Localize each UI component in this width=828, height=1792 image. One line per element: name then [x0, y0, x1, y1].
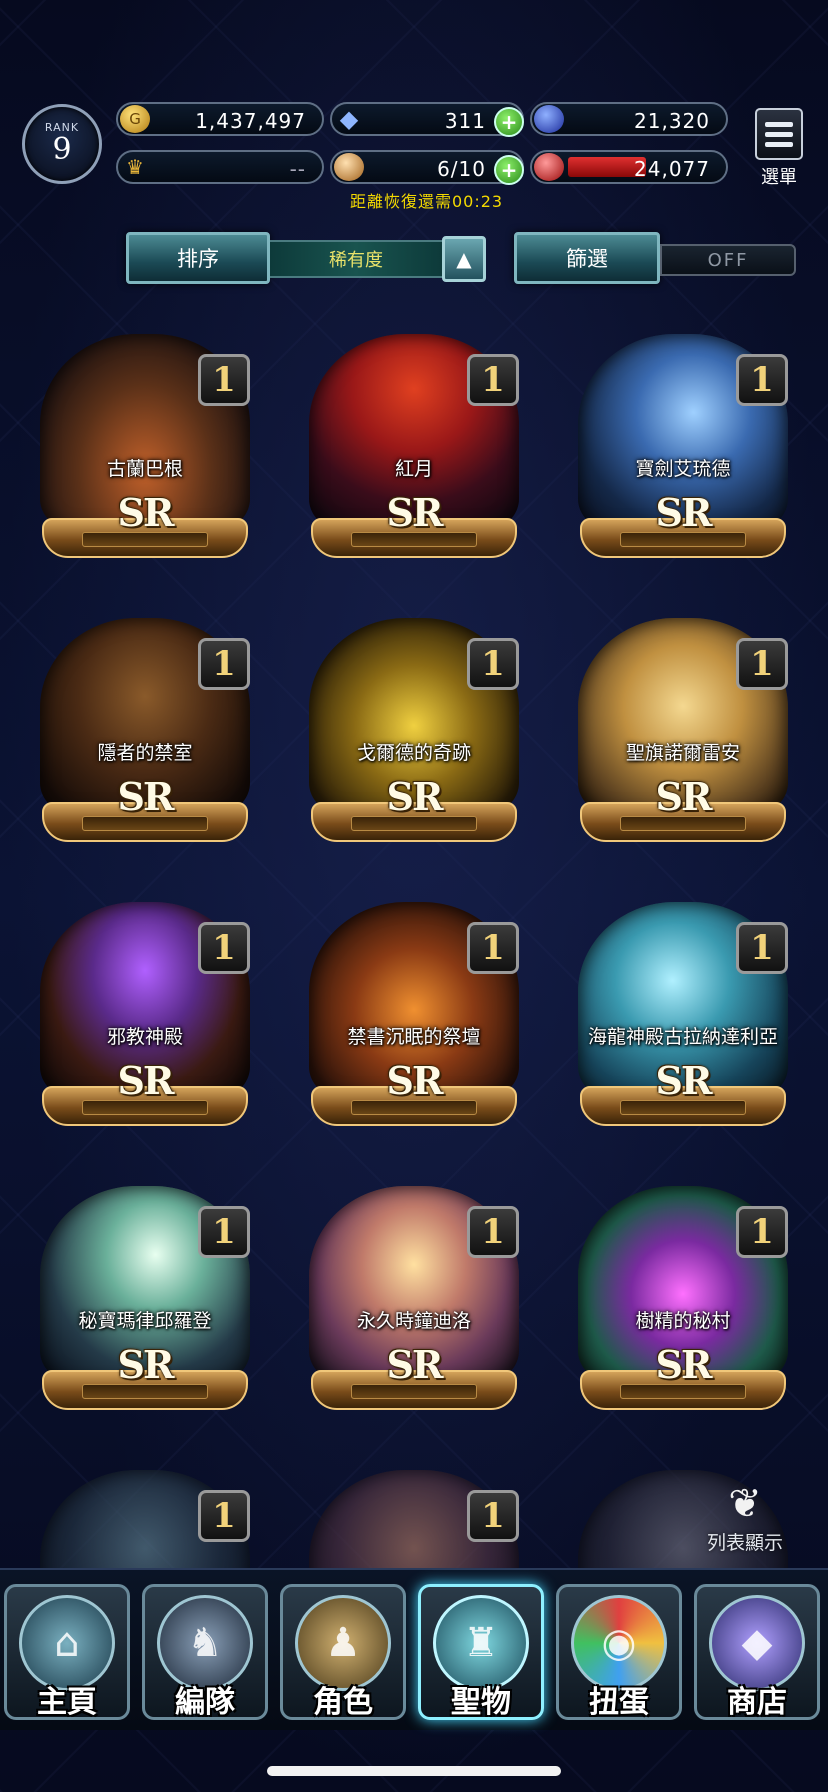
- nav-label: 角色: [313, 1685, 373, 1720]
- relic-card[interactable]: 1 海龍神殿古拉納達利亞 SR: [558, 888, 808, 1144]
- blue-orb-icon: [534, 105, 564, 133]
- relic-name: 寶劍艾琉德: [635, 458, 731, 480]
- gold-coin-icon: G: [120, 105, 150, 133]
- relic-card[interactable]: 1 寶劍艾琉德 SR: [558, 320, 808, 576]
- relic-card[interactable]: 1 樹精的秘村 SR: [558, 1172, 808, 1428]
- quantity-badge: 1: [736, 638, 788, 690]
- rarity-label: SR: [655, 774, 712, 819]
- relic-name: 戈爾德的奇跡: [356, 742, 471, 764]
- nav-label: 編隊: [175, 1685, 235, 1720]
- list-view-label: 列表顯示: [706, 1532, 783, 1554]
- phoenix-icon: ❦: [728, 1481, 762, 1527]
- nav-relic[interactable]: ♜ 聖物: [418, 1584, 544, 1720]
- menu-button[interactable]: 選單: [754, 108, 804, 188]
- home-indicator[interactable]: [267, 1766, 561, 1776]
- nav-gacha[interactable]: ◉ 扭蛋: [556, 1584, 682, 1720]
- quantity-badge: 1: [736, 1206, 788, 1258]
- quantity-badge: 1: [198, 922, 250, 974]
- filter-button[interactable]: 篩選: [514, 232, 660, 284]
- rarity-label: SR: [117, 1342, 174, 1387]
- relic-name: 海龍神殿古拉納達利亞: [587, 1026, 778, 1048]
- add-stamina-button[interactable]: +: [494, 155, 524, 185]
- trophy-icon: ♛: [126, 155, 144, 179]
- trophy-value: --: [289, 157, 306, 181]
- nav-party[interactable]: ♞ 編隊: [142, 1584, 268, 1720]
- quantity-badge: 1: [467, 354, 519, 406]
- quantity-badge: 1: [198, 1206, 250, 1258]
- nav-label: 扭蛋: [589, 1685, 649, 1720]
- crystal-icon: ◆: [339, 105, 359, 133]
- relic-name: 邪教神殿: [106, 1026, 183, 1048]
- blue-orb-counter: 21,320: [530, 102, 728, 136]
- add-crystal-button[interactable]: +: [494, 107, 524, 137]
- list-view-toggle[interactable]: ❦ 列表顯示: [690, 1480, 800, 1555]
- rarity-label: SR: [117, 774, 174, 819]
- ap-counter: 24,077: [530, 150, 728, 184]
- relic-name: 樹精的秘村: [635, 1310, 731, 1332]
- nav-label: 主頁: [37, 1685, 97, 1720]
- relic-card[interactable]: 1 隱者的禁室 SR: [20, 604, 270, 860]
- crystal-value: 311: [444, 109, 486, 133]
- nav-label: 商店: [727, 1685, 787, 1720]
- quantity-badge: 1: [736, 354, 788, 406]
- rarity-label: SR: [386, 1058, 443, 1103]
- relic-name: 秘寶瑪律邱羅登: [78, 1310, 212, 1332]
- sort-order-toggle[interactable]: ▲: [442, 236, 486, 282]
- quantity-badge: 1: [467, 922, 519, 974]
- blue-orb-value: 21,320: [634, 109, 710, 133]
- rarity-label: SR: [655, 1058, 712, 1103]
- menu-icon: [755, 108, 803, 160]
- rarity-label: SR: [386, 774, 443, 819]
- relic-card[interactable]: 1 古蘭巴根 SR: [20, 320, 270, 576]
- red-orb-icon: [534, 153, 564, 181]
- quantity-badge: 1: [467, 1206, 519, 1258]
- trophy-counter: ♛ --: [116, 150, 324, 184]
- sort-value[interactable]: 稀有度: [270, 240, 442, 278]
- gold-value: 1,437,497: [195, 109, 306, 133]
- nav-home[interactable]: ⌂ 主頁: [4, 1584, 130, 1720]
- rank-value: 9: [52, 132, 72, 167]
- nav-label: 聖物: [451, 1685, 511, 1720]
- crystal-counter: ◆ 311 +: [330, 102, 524, 137]
- rarity-label: SR: [655, 490, 712, 535]
- relic-name: 古蘭巴根: [106, 458, 183, 480]
- rank-badge[interactable]: RANK 9: [22, 104, 102, 184]
- bottom-nav: ⌂ 主頁 ♞ 編隊 ♟ 角色 ♜ 聖物 ◉ 扭蛋 ◆ 商店: [0, 1568, 828, 1730]
- quantity-badge: 1: [736, 922, 788, 974]
- recover-timer: 距離恢復還需00:23: [350, 192, 504, 211]
- relic-card[interactable]: 1 聖旗諾爾雷安 SR: [558, 604, 808, 860]
- relic-card[interactable]: 1 永久時鐘迪洛 SR: [289, 1172, 539, 1428]
- rarity-label: SR: [117, 1058, 174, 1103]
- relic-card[interactable]: 1 邪教神殿 SR: [20, 888, 270, 1144]
- quantity-badge: 1: [198, 638, 250, 690]
- quantity-badge: 1: [198, 354, 250, 406]
- sort-button[interactable]: 排序: [126, 232, 270, 284]
- stamina-counter: 6/10 +: [330, 150, 524, 185]
- menu-label: 選單: [761, 167, 797, 188]
- filter-value[interactable]: OFF: [660, 244, 796, 276]
- relic-card[interactable]: 1 戈爾德的奇跡 SR: [289, 604, 539, 860]
- quantity-badge: 1: [467, 1490, 519, 1542]
- nav-shop[interactable]: ◆ 商店: [694, 1584, 820, 1720]
- quantity-badge: 1: [198, 1490, 250, 1542]
- arrow-up-icon: ▲: [456, 247, 472, 271]
- ap-value: 24,077: [634, 157, 710, 181]
- relic-card[interactable]: 1 禁書沉眠的祭壇 SR: [289, 888, 539, 1144]
- quantity-badge: 1: [467, 638, 519, 690]
- nav-character[interactable]: ♟ 角色: [280, 1584, 406, 1720]
- rarity-label: SR: [117, 490, 174, 535]
- rarity-label: SR: [655, 1342, 712, 1387]
- relic-card[interactable]: 1 秘寶瑪律邱羅登 SR: [20, 1172, 270, 1428]
- rarity-label: SR: [386, 1342, 443, 1387]
- relic-card[interactable]: 1 紅月 SR: [289, 320, 539, 576]
- rarity-label: SR: [386, 490, 443, 535]
- gold-counter: G 1,437,497: [116, 102, 324, 136]
- relic-name: 紅月: [394, 458, 433, 480]
- relic-name: 聖旗諾爾雷安: [625, 742, 740, 764]
- relic-name: 永久時鐘迪洛: [356, 1310, 471, 1332]
- stamina-value: 6/10: [437, 157, 486, 181]
- relic-name: 隱者的禁室: [97, 742, 193, 764]
- relic-name: 禁書沉眠的祭壇: [347, 1026, 481, 1048]
- stamina-icon: [334, 153, 364, 181]
